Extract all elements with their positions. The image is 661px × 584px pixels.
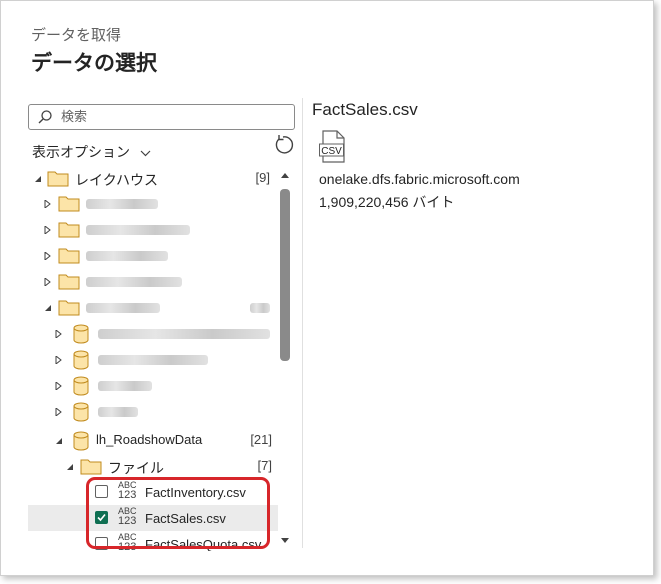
tree-item-redacted[interactable] bbox=[28, 321, 278, 347]
tree-item-count: [21] bbox=[250, 432, 272, 447]
view-options-label: 表示オプション bbox=[32, 144, 130, 160]
folder-icon bbox=[80, 459, 102, 475]
tree-item-redacted[interactable] bbox=[28, 191, 278, 217]
tree-item-lakehouse[interactable]: lh_RoadshowData [21] bbox=[28, 428, 278, 454]
collapsed-arrow-icon[interactable] bbox=[44, 252, 52, 260]
redacted-label bbox=[98, 407, 138, 417]
collapsed-arrow-icon[interactable] bbox=[55, 330, 63, 338]
scrollbar-thumb[interactable] bbox=[280, 189, 290, 361]
tree-item-count: [7] bbox=[257, 458, 272, 473]
database-icon bbox=[73, 402, 89, 422]
redacted-label bbox=[98, 329, 270, 339]
database-icon bbox=[73, 431, 89, 451]
collapsed-arrow-icon[interactable] bbox=[55, 408, 63, 416]
redacted-label bbox=[98, 381, 152, 391]
tree-item-lakehouses[interactable]: レイクハウス [9] bbox=[28, 166, 278, 192]
folder-icon bbox=[58, 300, 80, 316]
expanded-arrow-icon[interactable] bbox=[44, 304, 52, 312]
redacted-label bbox=[86, 199, 158, 209]
collapsed-arrow-icon[interactable] bbox=[55, 382, 63, 390]
redacted-label bbox=[86, 277, 182, 287]
tree-item-count: [9] bbox=[255, 170, 270, 185]
tree-item-redacted[interactable] bbox=[28, 269, 278, 295]
collapsed-arrow-icon[interactable] bbox=[44, 278, 52, 286]
get-data-dialog: データを取得 データの選択 表示オプション レイクハウス [9] bbox=[0, 0, 654, 576]
folder-icon bbox=[58, 222, 80, 238]
preview-host: onelake.dfs.fabric.microsoft.com bbox=[319, 171, 520, 187]
tree-item-redacted[interactable] bbox=[28, 373, 278, 399]
redacted-count bbox=[250, 303, 270, 313]
folder-icon bbox=[58, 248, 80, 264]
tree-item-label: ファイル bbox=[108, 460, 164, 476]
search-box[interactable] bbox=[28, 104, 295, 130]
refresh-icon[interactable] bbox=[272, 134, 294, 156]
folder-icon bbox=[58, 196, 80, 212]
search-icon bbox=[38, 110, 52, 124]
folder-icon bbox=[47, 171, 69, 187]
dialog-subtitle: データを取得 bbox=[31, 27, 122, 44]
redacted-label bbox=[98, 355, 208, 365]
collapsed-arrow-icon[interactable] bbox=[44, 200, 52, 208]
database-icon bbox=[73, 376, 89, 396]
scroll-down-arrow-icon[interactable] bbox=[281, 538, 289, 543]
tree-item-redacted[interactable] bbox=[28, 295, 278, 321]
chevron-down-icon bbox=[140, 150, 151, 157]
redacted-label bbox=[86, 251, 168, 261]
preview-size: 1,909,220,456 バイト bbox=[319, 194, 455, 210]
pane-divider bbox=[302, 98, 303, 548]
tree-item-redacted[interactable] bbox=[28, 399, 278, 425]
search-input[interactable] bbox=[61, 107, 281, 125]
tree-item-label: レイクハウス bbox=[75, 172, 159, 188]
tree-item-label: lh_RoadshowData bbox=[96, 432, 203, 447]
expanded-arrow-icon[interactable] bbox=[55, 437, 63, 445]
redacted-label bbox=[86, 225, 190, 235]
database-icon bbox=[73, 324, 89, 344]
expanded-arrow-icon[interactable] bbox=[34, 175, 42, 183]
tree-item-redacted[interactable] bbox=[28, 347, 278, 373]
highlight-annotation bbox=[86, 477, 270, 549]
folder-icon bbox=[58, 274, 80, 290]
dialog-title: データの選択 bbox=[31, 52, 157, 75]
tree-item-redacted[interactable] bbox=[28, 217, 278, 243]
collapsed-arrow-icon[interactable] bbox=[44, 226, 52, 234]
database-icon bbox=[73, 350, 89, 370]
redacted-label bbox=[86, 303, 160, 313]
tree-item-redacted[interactable] bbox=[28, 243, 278, 269]
view-options-dropdown[interactable]: 表示オプション bbox=[32, 142, 151, 162]
expanded-arrow-icon[interactable] bbox=[66, 463, 74, 471]
scroll-up-arrow-icon[interactable] bbox=[281, 173, 289, 178]
collapsed-arrow-icon[interactable] bbox=[55, 356, 63, 364]
csv-icon-label: CSV bbox=[321, 146, 342, 157]
preview-title: FactSales.csv bbox=[312, 100, 418, 119]
csv-file-icon: CSV bbox=[319, 130, 345, 163]
tree-scrollbar[interactable] bbox=[279, 169, 293, 547]
